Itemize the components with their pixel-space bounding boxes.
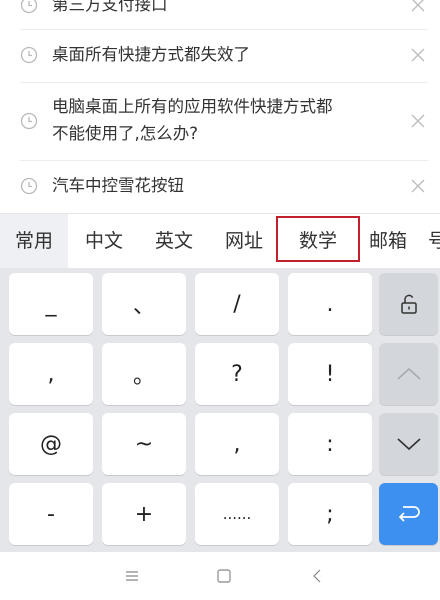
key-period[interactable]: . <box>288 273 372 335</box>
key-ellipsis[interactable]: ...... <box>195 483 279 545</box>
clock-icon <box>20 46 38 64</box>
key-tilde[interactable]: ~ <box>102 413 186 475</box>
close-icon[interactable] <box>409 177 427 195</box>
page-up-key[interactable] <box>379 343 438 405</box>
history-item-label-line2: 不能使用了,怎么办? <box>52 124 199 143</box>
key-minus[interactable]: - <box>9 483 93 545</box>
key-plus[interactable]: + <box>102 483 186 545</box>
menu-icon[interactable] <box>124 568 140 584</box>
tab-chinese[interactable]: 中文 <box>70 214 138 268</box>
symbol-keyboard: _ 、 / . , 。 ? ! @ ~ , : - + ...... ; <box>0 268 440 552</box>
key-slash[interactable]: / <box>195 273 279 335</box>
enter-icon <box>398 506 420 522</box>
tab-url[interactable]: 网址 <box>210 214 278 268</box>
up-arrow-icon <box>396 367 421 380</box>
lock-key[interactable] <box>379 273 438 335</box>
history-item-label: 第三方支付接口 <box>52 0 168 14</box>
lock-icon <box>400 294 417 314</box>
history-item[interactable]: 电脑桌面上所有的应用软件快捷方式都 不能使用了,怎么办? <box>0 83 440 159</box>
clock-icon <box>20 177 38 195</box>
key-at[interactable]: @ <box>9 413 93 475</box>
history-item-label: 电脑桌面上所有的应用软件快捷方式都 <box>52 97 333 116</box>
symbol-category-bar: 常用 中文 英文 网址 数学 邮箱 号 <box>0 213 440 269</box>
key-exclamation[interactable]: ! <box>288 343 372 405</box>
key-full-stop[interactable]: 。 <box>102 343 186 405</box>
key-colon[interactable]: : <box>288 413 372 475</box>
tab-number[interactable]: 号 <box>428 214 440 268</box>
history-item[interactable]: 第三方支付接口 <box>0 0 440 20</box>
close-icon[interactable] <box>409 0 427 14</box>
history-item-label: 桌面所有快捷方式都失效了 <box>52 45 250 64</box>
tab-english[interactable]: 英文 <box>140 214 208 268</box>
enter-key[interactable] <box>379 483 438 545</box>
home-icon[interactable] <box>216 568 232 584</box>
key-comma-2[interactable]: , <box>195 413 279 475</box>
down-arrow-icon <box>396 438 421 451</box>
key-underscore[interactable]: _ <box>9 273 93 335</box>
close-icon[interactable] <box>409 46 427 64</box>
key-semicolon[interactable]: ; <box>288 483 372 545</box>
tab-math[interactable]: 数学 <box>276 216 360 262</box>
tab-email[interactable]: 邮箱 <box>360 214 416 268</box>
key-question[interactable]: ? <box>195 343 279 405</box>
system-nav-bar <box>0 552 440 600</box>
back-icon[interactable] <box>310 568 326 584</box>
search-history-list: 第三方支付接口 桌面所有快捷方式都失效了 电脑桌面上所有的应用软件快捷方式都 不… <box>0 0 440 213</box>
clock-icon <box>20 112 38 130</box>
history-item-label: 汽车中控雪花按钮 <box>52 176 184 195</box>
tab-common[interactable]: 常用 <box>0 214 68 268</box>
key-enumeration-comma[interactable]: 、 <box>102 273 186 335</box>
clock-icon <box>20 0 38 14</box>
page-down-key[interactable] <box>379 413 438 475</box>
history-item[interactable]: 汽车中控雪花按钮 <box>0 161 440 213</box>
history-item[interactable]: 桌面所有快捷方式都失效了 <box>0 30 440 82</box>
key-comma[interactable]: , <box>9 343 93 405</box>
close-icon[interactable] <box>409 112 427 130</box>
